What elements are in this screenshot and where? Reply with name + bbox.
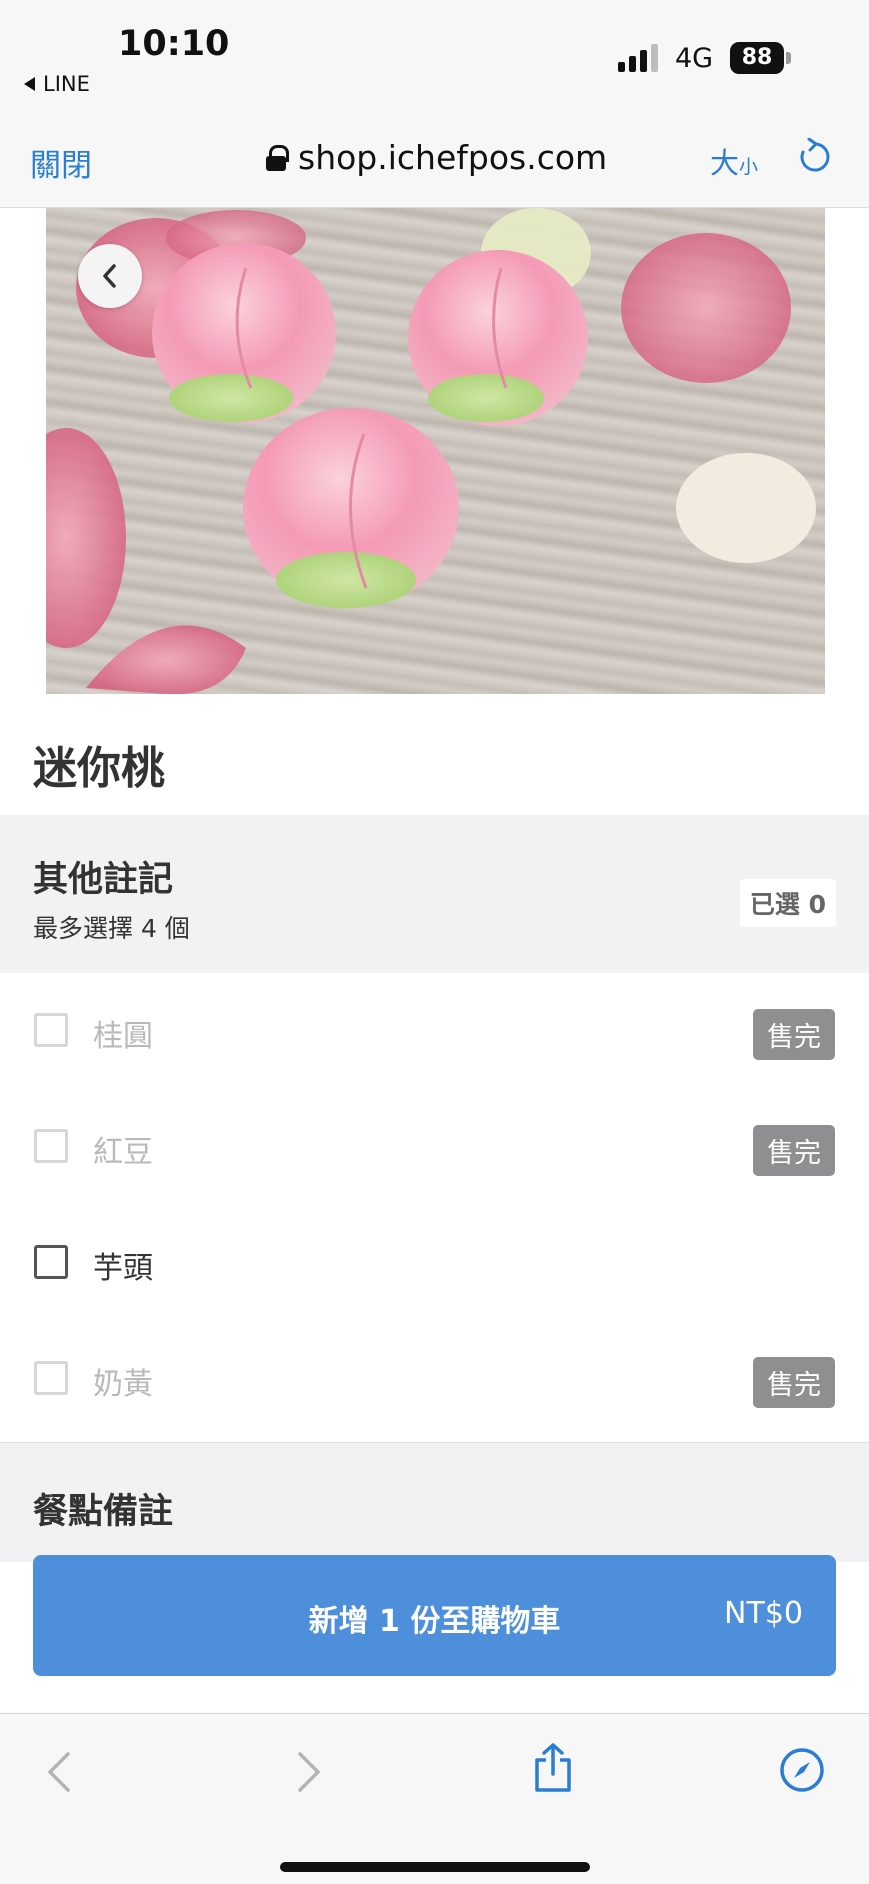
back-to-app-link[interactable]: LINE	[24, 72, 90, 96]
product-page: 迷你桃 其他註記 最多選擇 4 個 已選 0 桂圓 售完 紅豆 售完 芋頭 奶黃…	[0, 208, 869, 1713]
option-checkbox[interactable]	[34, 1013, 68, 1047]
option-item[interactable]: 紅豆 售完	[0, 1089, 869, 1205]
url-text: shop.ichefpos.com	[298, 138, 608, 177]
option-label: 奶黃	[93, 1367, 153, 1402]
home-indicator	[280, 1862, 590, 1872]
sold-out-badge: 售完	[753, 1009, 835, 1060]
close-button[interactable]: 關閉	[30, 140, 92, 185]
image-back-button[interactable]	[78, 244, 142, 308]
note-section-header: 餐點備註	[0, 1442, 869, 1562]
battery-icon: 88	[730, 42, 784, 74]
status-bar: 10:10 LINE 4G 88	[0, 0, 869, 110]
address-bar[interactable]: shop.ichefpos.com	[266, 138, 607, 177]
back-app-label: LINE	[43, 72, 90, 96]
option-checkbox[interactable]	[34, 1245, 68, 1279]
browser-toolbar	[0, 1713, 869, 1884]
sold-out-badge: 售完	[753, 1357, 835, 1408]
back-triangle-icon	[24, 77, 35, 91]
reload-icon[interactable]	[798, 138, 832, 176]
chevron-left-icon	[103, 264, 116, 288]
signal-icon	[618, 44, 658, 72]
compass-icon[interactable]	[779, 1747, 825, 1793]
options-section-header: 其他註記 最多選擇 4 個 已選 0	[0, 815, 869, 973]
add-to-cart-price: NT$0	[724, 1596, 803, 1631]
sold-out-badge: 售完	[753, 1125, 835, 1176]
selected-count-badge: 已選 0	[739, 879, 836, 927]
add-to-cart-button[interactable]: 新增 1 份至購物車 NT$0	[33, 1555, 836, 1676]
option-label: 芋頭	[93, 1251, 153, 1286]
options-section-title: 其他註記	[33, 860, 174, 900]
option-label: 紅豆	[93, 1135, 153, 1170]
product-title: 迷你桃	[33, 743, 165, 794]
clock: 10:10	[118, 24, 230, 64]
peach-buns-illustration	[46, 208, 816, 694]
option-checkbox[interactable]	[34, 1361, 68, 1395]
battery-tip	[786, 52, 791, 64]
options-section-subtitle: 最多選擇 4 個	[33, 914, 190, 943]
text-size-small: 小	[739, 156, 759, 178]
forward-arrow-icon[interactable]	[294, 1750, 324, 1794]
option-item[interactable]: 芋頭	[0, 1205, 869, 1321]
product-image	[46, 208, 825, 694]
add-to-cart-label: 新增 1 份至購物車	[308, 1604, 561, 1639]
option-label: 桂圓	[93, 1019, 153, 1054]
browser-top-bar: 關閉 shop.ichefpos.com 大小	[0, 110, 869, 208]
share-icon[interactable]	[532, 1742, 574, 1794]
option-checkbox[interactable]	[34, 1129, 68, 1163]
text-size-big: 大	[710, 146, 740, 180]
lock-icon	[266, 144, 289, 171]
network-type: 4G	[675, 43, 714, 74]
option-item[interactable]: 桂圓 售完	[0, 973, 869, 1089]
note-section-title: 餐點備註	[33, 1492, 174, 1532]
text-size-button[interactable]: 大小	[710, 140, 758, 182]
option-item[interactable]: 奶黃 售完	[0, 1321, 869, 1437]
back-arrow-icon[interactable]	[44, 1750, 74, 1794]
